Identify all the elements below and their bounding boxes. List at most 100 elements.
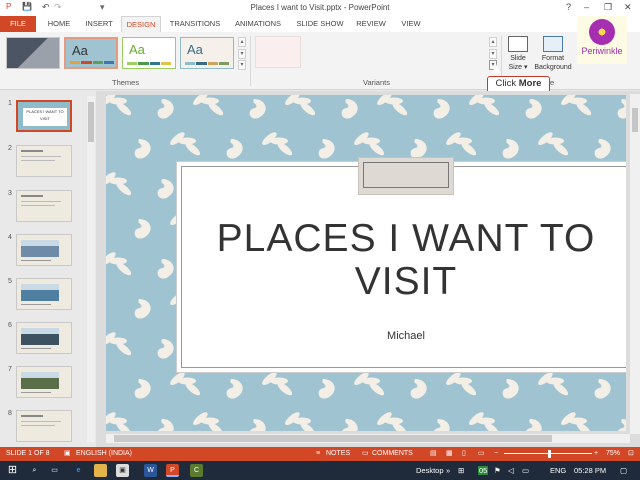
speaker-icon[interactable]: ◁ [508,466,514,475]
variants-gallery[interactable] [255,36,301,68]
pattern-leaf-motif [434,419,450,431]
input-language[interactable]: ENG [550,466,566,475]
horizontal-scroll-thumb[interactable] [114,435,552,442]
search-icon[interactable]: ⌕ [28,464,41,477]
tab-review[interactable]: REVIEW [352,16,390,32]
format-background-label: Format Background [534,55,572,71]
theme-thumbnail-3[interactable]: Aa [122,37,176,69]
desktop-toolbar[interactable]: Desktop [416,466,444,475]
close-icon[interactable]: ✕ [624,2,632,13]
pattern-leaf-motif [410,139,427,159]
reading-view-icon[interactable]: ▯ [462,447,466,461]
pattern-leaf-motif [502,139,519,159]
pattern-leaf-motif [538,372,569,396]
slide-thumbnail[interactable] [16,322,72,354]
comments-button[interactable]: COMMENTS [372,447,413,461]
themes-scroll-up[interactable]: ▴ [238,37,246,47]
slide-thumbnail[interactable] [16,410,72,442]
pattern-leaf-motif [226,139,243,159]
variants-scroll-down[interactable]: ▾ [489,49,497,59]
tray-icon[interactable]: ⚑ [494,466,501,475]
store-icon[interactable]: ▣ [116,464,129,477]
pattern-leaf-motif [106,252,132,276]
spelling-icon[interactable]: ▣ [64,447,71,461]
language-indicator[interactable]: ENGLISH (INDIA) [76,447,132,461]
slide-size-label: Slide Size ▾ [508,55,528,71]
tray-icon[interactable]: 05 [478,466,489,475]
callout-prefix: Click [495,78,519,89]
horizontal-scrollbar[interactable] [106,434,630,443]
format-background-button[interactable]: Format Background [530,36,576,72]
pattern-leaf-motif [354,132,385,156]
pattern-leaf-motif [469,412,500,431]
slide-subtitle[interactable]: Michael [176,330,626,342]
thumbnails-scroll-thumb[interactable] [88,102,94,142]
network-icon[interactable]: ▭ [522,466,529,475]
tab-home[interactable]: HOME [40,16,78,32]
pattern-leaf-motif [193,412,224,431]
thumbnail-number: 6 [8,322,12,329]
ribbon-separator [250,36,251,86]
slide-thumbnail[interactable] [16,145,72,177]
slide-thumbnail[interactable] [16,234,72,266]
slide-thumbnail[interactable] [16,366,72,398]
pattern-leaf-motif [594,379,611,399]
slide-thumbnail[interactable] [16,278,72,310]
start-windows-icon[interactable]: ⊞ [6,464,19,477]
slide-thumbnail[interactable] [16,190,72,222]
vertical-scroll-thumb[interactable] [632,108,638,132]
tray-icon[interactable]: ⊞ [458,466,464,475]
restore-icon[interactable]: ❐ [604,2,612,13]
tab-animations[interactable]: ANIMATIONS [228,16,288,32]
zoom-slider-thumb[interactable] [548,450,551,458]
tab-design[interactable]: DESIGN [121,16,161,33]
desktop-toolbar-chevron-icon[interactable]: » [446,466,450,475]
zoom-out-icon[interactable]: − [494,447,498,461]
title-decorative-tab [358,157,454,195]
notes-button[interactable]: NOTES [326,447,350,461]
clock[interactable]: 05:28 PM [574,466,606,475]
slide-size-button[interactable]: Slide Size ▾ [506,36,530,72]
zoom-in-icon[interactable]: + [594,447,598,461]
file-explorer-icon[interactable] [94,464,107,477]
theme-thumbnail-1[interactable] [6,37,60,69]
flower-icon [589,19,615,45]
tab-transitions[interactable]: TRANSITIONS [166,16,224,32]
slide-thumbnail[interactable]: PLACES I WANT TO VISIT [16,100,72,132]
thumbnails-scrollbar[interactable] [87,96,95,442]
fit-to-window-icon[interactable]: ⊡ [628,447,634,461]
slide-sorter-icon[interactable]: ▦ [446,447,453,461]
zoom-level[interactable]: 75% [606,447,620,461]
variants-scroll-up[interactable]: ▴ [489,37,497,47]
word-icon[interactable]: W [144,464,157,477]
normal-view-icon[interactable]: ▤ [430,447,437,461]
slide-title[interactable]: PLACES I WANT TO VISIT [176,217,626,303]
themes-more-button[interactable]: ▾ [238,60,246,70]
minimize-icon[interactable]: – [584,2,589,12]
title-bar: P 💾 ↶ ↷ ▾ Places I want to Visit.pptx - … [0,0,640,16]
slide-show-icon[interactable]: ▭ [478,447,485,461]
edge-browser-icon[interactable]: e [72,464,85,477]
tab-file[interactable]: FILE [0,16,36,32]
help-icon[interactable]: ? [566,2,571,12]
notifications-icon[interactable]: ▢ [620,466,627,475]
pattern-leaf-motif [157,259,174,279]
theme-aa-label: Aa [72,43,88,58]
themes-scroll-down[interactable]: ▾ [238,49,246,59]
pattern-leaf-motif [526,419,542,431]
powerpoint-taskbar-icon[interactable]: P [166,464,179,477]
camtasia-icon[interactable]: C [190,464,203,477]
theme-thumbnail-4[interactable]: Aa [180,37,234,69]
slide-canvas[interactable]: PLACES I WANT TO VISIT Michael [106,95,626,431]
task-view-icon[interactable]: ▭ [48,464,61,477]
thumbnail-number: 4 [8,234,12,241]
pattern-leaf-motif [134,219,151,239]
tab-slide-show[interactable]: SLIDE SHOW [292,16,348,32]
tab-view[interactable]: VIEW [394,16,428,32]
periwinkle-logo: Periwinkle [577,16,627,64]
theme-thumbnail-2[interactable]: Aa [64,37,118,69]
vertical-scrollbar[interactable] [630,94,640,434]
tab-insert[interactable]: INSERT [80,16,118,32]
pattern-leaf-motif [561,95,592,116]
pattern-leaf-motif [134,139,151,159]
